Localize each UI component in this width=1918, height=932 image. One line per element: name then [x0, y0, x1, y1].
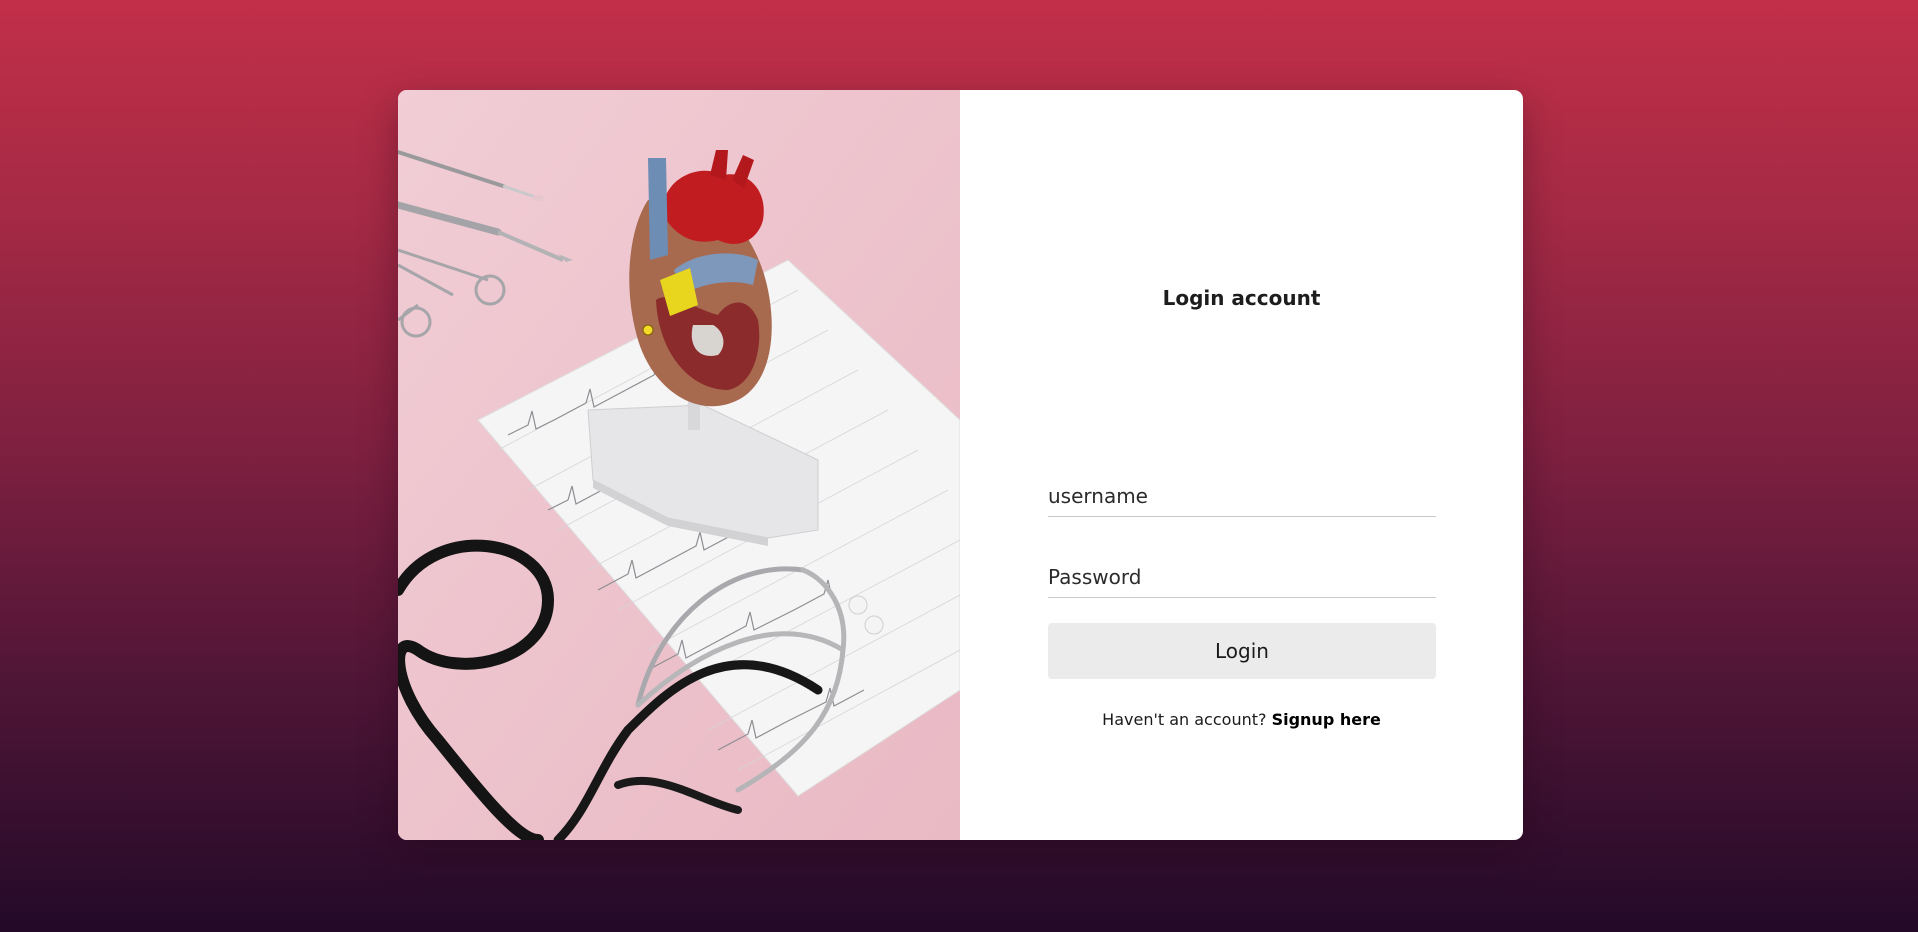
- login-button[interactable]: Login: [1048, 623, 1436, 679]
- page-title: Login account: [1162, 286, 1321, 310]
- signup-link[interactable]: Signup here: [1272, 710, 1381, 729]
- username-input[interactable]: [1048, 471, 1436, 517]
- medical-illustration: [398, 90, 960, 840]
- password-input[interactable]: [1048, 552, 1436, 598]
- signup-prompt: Haven't an account? Signup here: [960, 710, 1523, 729]
- login-panel: Login account Login Haven't an account? …: [960, 90, 1523, 840]
- hero-image: [398, 90, 960, 840]
- signup-prompt-text: Haven't an account?: [1102, 710, 1272, 729]
- login-card: Login account Login Haven't an account? …: [398, 90, 1523, 840]
